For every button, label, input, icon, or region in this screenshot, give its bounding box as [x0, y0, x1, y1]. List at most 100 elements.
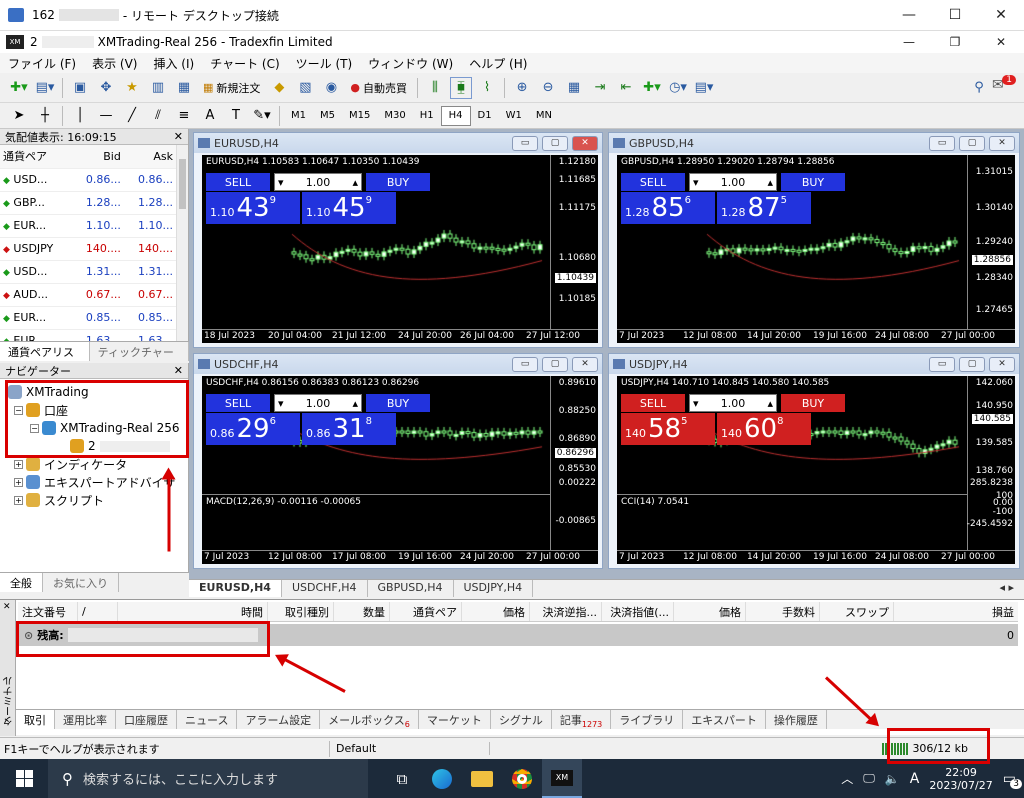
expand-icon[interactable]: +	[14, 459, 23, 469]
arrows-icon[interactable]: ✎▾	[251, 105, 273, 127]
chart-maximize-button[interactable]: ▢	[542, 356, 568, 372]
chart-tab-usdjpy[interactable]: USDJPY,H4	[454, 580, 534, 597]
timeframe-h1[interactable]: H1	[413, 106, 441, 126]
expand-icon[interactable]: +	[14, 495, 23, 505]
chart-close-button[interactable]: ✕	[989, 356, 1015, 372]
tester-icon[interactable]: ▦	[173, 77, 195, 99]
col-tp[interactable]: 決済指値(...	[602, 602, 674, 621]
market-watch-row[interactable]: ◆ EUR... 0.85... 0.85...	[0, 306, 176, 330]
market-watch-row[interactable]: ◆ AUD... 0.67... 0.67...	[0, 283, 176, 307]
terminal-icon[interactable]: ▥	[147, 77, 169, 99]
lot-decrease-icon[interactable]: ▾	[693, 397, 699, 410]
chart-minimize-button[interactable]: ▭	[512, 356, 538, 372]
tab-news[interactable]: ニュース	[177, 710, 238, 729]
tab-symbols[interactable]: 通貨ペアリスト	[0, 342, 90, 375]
col-type[interactable]: 取引種別	[268, 602, 334, 621]
app-close-button[interactable]: ✕	[978, 31, 1024, 53]
nav-scripts[interactable]: + スクリプト	[8, 491, 188, 509]
chart-shift-icon[interactable]: ⇤	[615, 77, 637, 99]
clock-time[interactable]: 22:09	[945, 766, 977, 779]
lot-increase-icon[interactable]: ▴	[767, 176, 773, 189]
chart-caption[interactable]: USDJPY,H4 ▭ ▢ ✕	[609, 354, 1019, 374]
expand-icon[interactable]: +	[14, 477, 23, 487]
data-window-icon[interactable]: ✥	[95, 77, 117, 99]
tab-market[interactable]: マーケット	[419, 710, 491, 729]
channel-icon[interactable]: ⫽	[147, 105, 169, 127]
col-order[interactable]: 注文番号	[18, 602, 78, 621]
chart-minimize-button[interactable]: ▭	[929, 135, 955, 151]
templates-icon[interactable]: ▤▾	[693, 77, 715, 99]
lot-increase-icon[interactable]: ▴	[352, 397, 358, 410]
chart-close-button[interactable]: ✕	[572, 135, 598, 151]
sell-button[interactable]: SELL	[621, 394, 685, 412]
buy-price[interactable]: 1.10 45 9	[302, 192, 396, 224]
lot-size-input[interactable]: ▾ 1.00 ▴	[689, 173, 777, 191]
clock-date[interactable]: 2023/07/27	[929, 779, 992, 792]
chart-close-button[interactable]: ✕	[572, 356, 598, 372]
buy-button[interactable]: BUY	[781, 394, 845, 412]
chart-caption[interactable]: GBPUSD,H4 ▭ ▢ ✕	[609, 133, 1019, 153]
tab-tick-chart[interactable]: ティックチャート	[90, 342, 189, 375]
col-price[interactable]: 価格	[462, 602, 530, 621]
line-chart-icon[interactable]: ⌇	[476, 77, 498, 99]
sell-price[interactable]: 1.10 43 9	[206, 192, 300, 224]
notification-center-icon[interactable]: ▭ 3	[1003, 771, 1022, 789]
tile-windows-icon[interactable]: ▦	[563, 77, 585, 99]
new-chart-icon[interactable]: ✚▾	[8, 77, 30, 99]
menu-window[interactable]: ウィンドウ (W)	[360, 55, 461, 72]
tab-library[interactable]: ライブラリ	[611, 710, 684, 729]
chart-caption[interactable]: EURUSD,H4 ▭ ▢ ✕	[194, 133, 602, 153]
price-chart[interactable]: MACD(12,26,9) -0.00116 -0.00065 USDCHF,H…	[202, 376, 598, 564]
buy-button[interactable]: BUY	[781, 173, 845, 191]
menu-view[interactable]: 表示 (V)	[84, 55, 145, 72]
terminal-close-icon[interactable]: ✕	[3, 602, 11, 612]
indicators-icon[interactable]: ✚▾	[641, 77, 663, 99]
col-commission[interactable]: 手数料	[746, 602, 820, 621]
file-explorer-icon[interactable]	[462, 770, 502, 787]
menu-file[interactable]: ファイル (F)	[0, 55, 84, 72]
lot-increase-icon[interactable]: ▴	[767, 397, 773, 410]
col-sort[interactable]: /	[78, 602, 118, 621]
menu-insert[interactable]: 挿入 (I)	[145, 55, 202, 72]
col-time[interactable]: 時間	[118, 602, 268, 621]
sell-button[interactable]: SELL	[206, 173, 270, 191]
candlestick-icon[interactable]: ⧯	[450, 76, 473, 99]
zoom-in-icon[interactable]: ⊕	[511, 77, 533, 99]
chart-minimize-button[interactable]: ▭	[512, 135, 538, 151]
tab-trade[interactable]: 取引	[16, 710, 55, 729]
market-watch-row[interactable]: ◆ EUR... 1.10... 1.10...	[0, 214, 176, 238]
lot-size-input[interactable]: ▾ 1.00 ▴	[274, 173, 362, 191]
chart-maximize-button[interactable]: ▢	[959, 135, 985, 151]
auto-trading-button[interactable]: ● 自動売買	[344, 77, 413, 99]
chart-tab-gbpusd[interactable]: GBPUSD,H4	[368, 580, 454, 597]
buy-button[interactable]: BUY	[366, 173, 430, 191]
price-chart[interactable]: GBPUSD,H4 1.28950 1.29020 1.28794 1.2885…	[617, 155, 1015, 343]
market-watch-icon[interactable]: ▣	[69, 77, 91, 99]
vertical-line-icon[interactable]: │	[69, 105, 91, 127]
mt4-taskbar-icon[interactable]: XM	[542, 759, 582, 798]
tab-mailbox[interactable]: メールボックス6	[320, 710, 419, 729]
price-chart[interactable]: EURUSD,H4 1.10583 1.10647 1.10350 1.1043…	[202, 155, 598, 343]
timeframe-d1[interactable]: D1	[471, 106, 499, 126]
buy-price[interactable]: 0.86 31 8	[302, 413, 396, 445]
timeframe-mn[interactable]: MN	[529, 106, 559, 126]
tab-signals[interactable]: シグナル	[491, 710, 552, 729]
zoom-out-icon[interactable]: ⊖	[537, 77, 559, 99]
sell-price[interactable]: 1.28 85 6	[621, 192, 715, 224]
tab-experts[interactable]: エキスパート	[683, 710, 766, 729]
lot-size-input[interactable]: ▾ 1.00 ▴	[689, 394, 777, 412]
app-minimize-button[interactable]: —	[886, 31, 932, 53]
col-profit[interactable]: 損益	[894, 602, 1018, 621]
col-swap[interactable]: スワップ	[820, 602, 894, 621]
rdp-minimize-button[interactable]: —	[886, 0, 932, 31]
market-watch-row[interactable]: ◆ USDJPY 140.... 140....	[0, 237, 176, 261]
buy-price[interactable]: 1.28 87 5	[717, 192, 811, 224]
cursor-icon[interactable]: ➤	[8, 105, 30, 127]
chart-tabs-scroll-icon[interactable]: ◂ ▸	[989, 580, 1024, 597]
chart-window[interactable]: GBPUSD,H4 ▭ ▢ ✕ GBPUSD,H4 1.28950 1.29020 …	[608, 132, 1020, 348]
navigator-close-icon[interactable]: ✕	[174, 364, 183, 377]
tray-network-icon[interactable]: 🖵	[863, 771, 875, 786]
rdp-close-button[interactable]: ✕	[978, 0, 1024, 31]
col-bid[interactable]: Bid	[71, 145, 124, 169]
navigator-icon[interactable]: ★	[121, 77, 143, 99]
